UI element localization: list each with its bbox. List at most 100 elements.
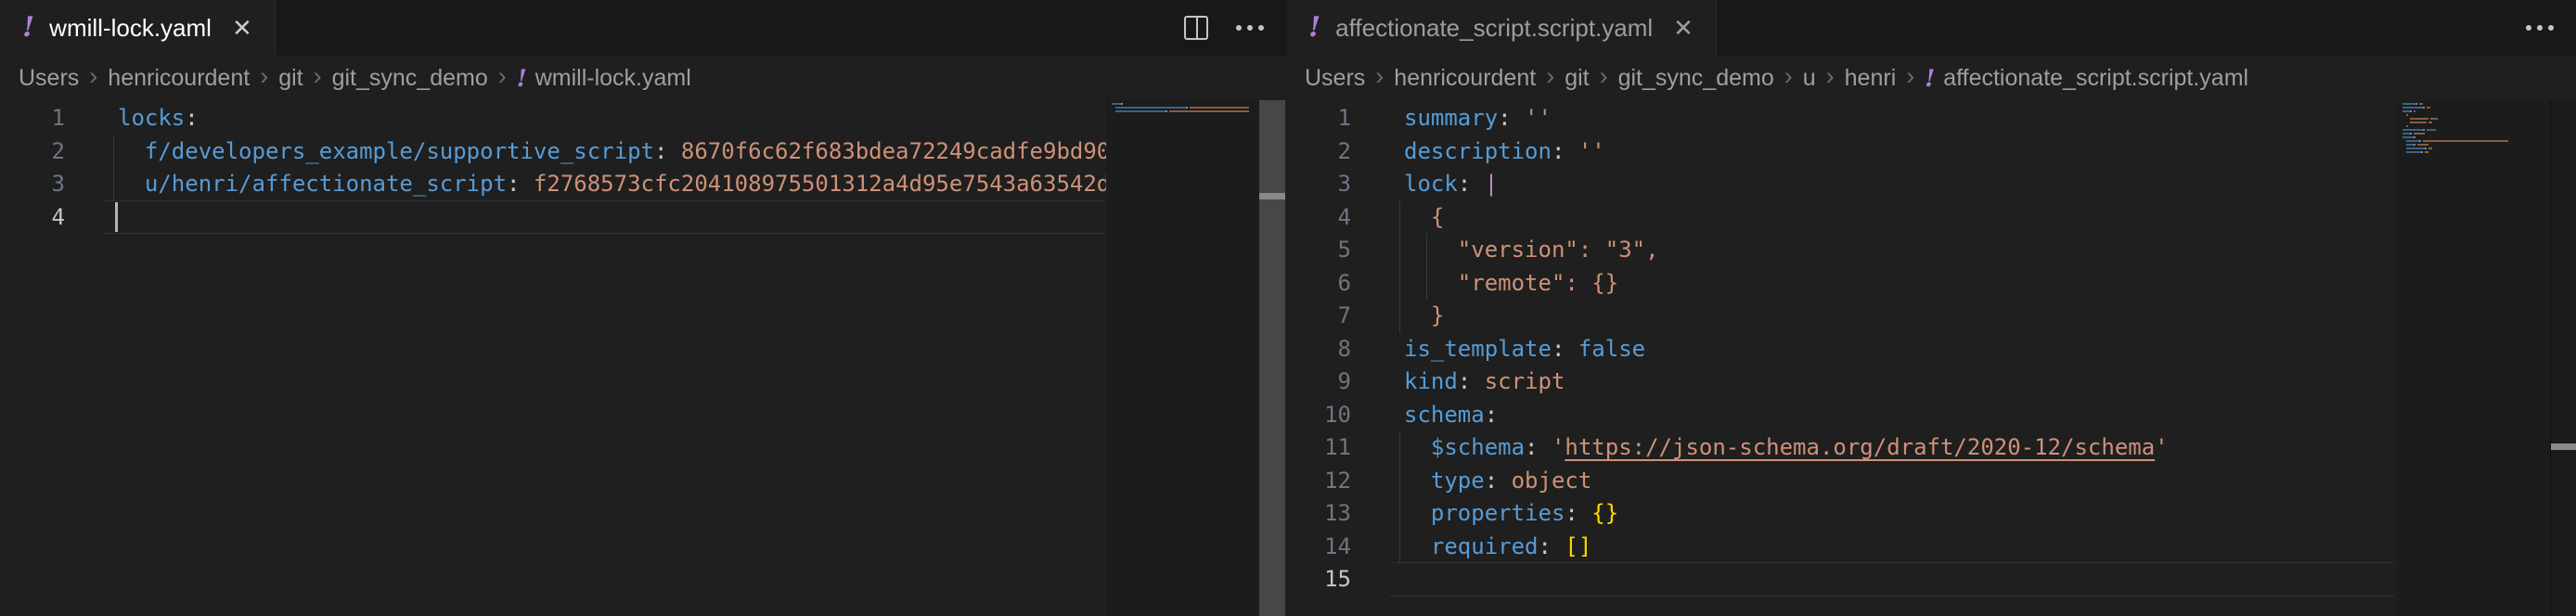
overview-ruler-cursor-marker bbox=[1259, 193, 1285, 199]
code-line[interactable]: 4 { bbox=[1286, 201, 2576, 235]
minimap-line bbox=[2414, 133, 2425, 135]
breadcrumb-item[interactable]: git bbox=[278, 65, 303, 92]
minimap-line bbox=[2402, 133, 2410, 135]
code-text: "remote": {} bbox=[1404, 267, 1618, 300]
code-line[interactable]: 2description: '' bbox=[1286, 135, 2576, 169]
gutter-line-number: 8 bbox=[1286, 333, 1351, 366]
code-text: locks: bbox=[118, 102, 199, 135]
scrollbar[interactable] bbox=[2550, 100, 2576, 616]
yaml-file-icon: ! bbox=[22, 11, 34, 44]
minimap-line bbox=[2430, 118, 2438, 120]
gutter-line-number: 15 bbox=[1286, 563, 1351, 596]
minimap-line bbox=[2427, 107, 2430, 109]
editor-actions bbox=[1184, 0, 1286, 56]
split-editor-icon[interactable] bbox=[1184, 16, 1208, 40]
breadcrumb-separator: › bbox=[1373, 62, 1385, 91]
code-line[interactable]: 7 } bbox=[1286, 300, 2576, 333]
minimap[interactable] bbox=[2397, 100, 2550, 616]
code-line[interactable]: 6 "remote": {} bbox=[1286, 267, 2576, 301]
breadcrumb-item[interactable]: git_sync_demo bbox=[1618, 65, 1774, 92]
minimap-line bbox=[2417, 144, 2428, 146]
minimap-line bbox=[1169, 110, 1249, 112]
minimap-line bbox=[1166, 110, 1167, 112]
breadcrumb-separator: › bbox=[1598, 62, 1610, 91]
gutter-line-number: 11 bbox=[1286, 431, 1351, 464]
code-line[interactable]: 1 locks: bbox=[0, 102, 1286, 135]
tab-bar: ! wmill-lock.yaml ✕ bbox=[0, 0, 1286, 56]
breadcrumb-file-item[interactable]: !affectionate_script.script.yaml bbox=[1925, 65, 2248, 92]
gutter-line-number: 1 bbox=[0, 102, 65, 135]
gutter-line-number: 1 bbox=[1286, 102, 1351, 135]
more-actions-icon[interactable] bbox=[1236, 25, 1264, 31]
breadcrumb: Users›henricourdent›git›git_sync_demo›!w… bbox=[0, 56, 1286, 100]
code-line[interactable]: 2 f/developers_example/supportive_script… bbox=[0, 135, 1286, 169]
code-line[interactable]: 1summary: '' bbox=[1286, 102, 2576, 135]
indent-guide bbox=[1399, 431, 1400, 465]
more-actions-icon[interactable] bbox=[2526, 25, 2554, 31]
minimap-line bbox=[2402, 103, 2415, 105]
indent-guide bbox=[1399, 267, 1400, 301]
gutter-line-number: 2 bbox=[0, 135, 65, 168]
breadcrumb-file-item[interactable]: !wmill-lock.yaml bbox=[517, 65, 691, 92]
breadcrumb-item[interactable]: git bbox=[1565, 65, 1589, 92]
minimap-line bbox=[2406, 125, 2408, 127]
breadcrumb-item[interactable]: henri bbox=[1845, 65, 1897, 92]
code-line[interactable]: 5 "version": "3", bbox=[1286, 234, 2576, 267]
code-line[interactable]: 3 u/henri/affectionate_script: f2768573c… bbox=[0, 168, 1286, 201]
tab-affectionate-script[interactable]: ! affectionate_script.script.yaml ✕ bbox=[1286, 0, 1717, 56]
breadcrumb-separator: › bbox=[258, 62, 270, 91]
editor-actions bbox=[2526, 0, 2576, 56]
close-tab-icon[interactable]: ✕ bbox=[1668, 14, 1694, 43]
minimap[interactable] bbox=[1106, 100, 1259, 616]
code-text: required: [] bbox=[1404, 531, 1591, 563]
minimap-line bbox=[2419, 103, 2423, 105]
minimap-line bbox=[2402, 107, 2423, 109]
indent-guide bbox=[1399, 465, 1400, 498]
editor[interactable]: 1summary: ''2description: ''3lock: |4 {5… bbox=[1286, 100, 2576, 616]
code-line[interactable]: 15 bbox=[1286, 563, 2576, 597]
scrollbar[interactable] bbox=[1259, 100, 1285, 616]
yaml-file-icon: ! bbox=[1308, 11, 1320, 44]
code-text: properties: {} bbox=[1404, 497, 1618, 530]
breadcrumb-item[interactable]: henricourdent bbox=[1394, 65, 1536, 92]
indent-guide bbox=[113, 135, 114, 169]
indent-guide bbox=[1399, 497, 1400, 531]
minimap-line bbox=[2415, 103, 2417, 105]
editor[interactable]: 1 locks:2 f/developers_example/supportive… bbox=[0, 100, 1286, 616]
minimap-line bbox=[2419, 140, 2421, 142]
breadcrumb-separator: › bbox=[496, 62, 509, 91]
breadcrumb-item[interactable]: Users bbox=[1305, 65, 1365, 92]
scrollbar-thumb[interactable] bbox=[1259, 100, 1285, 616]
code-line[interactable]: 14 required: [] bbox=[1286, 531, 2576, 564]
breadcrumb-item[interactable]: henricourdent bbox=[108, 65, 250, 92]
minimap-line bbox=[2410, 110, 2412, 112]
minimap-line bbox=[2406, 151, 2421, 153]
code-text: schema: bbox=[1404, 399, 1498, 431]
code-line[interactable]: 13 properties: {} bbox=[1286, 497, 2576, 531]
code-line[interactable]: 4 bbox=[0, 201, 1286, 235]
breadcrumb-item[interactable]: Users bbox=[19, 65, 79, 92]
code-line[interactable]: 9kind: script bbox=[1286, 366, 2576, 399]
close-tab-icon[interactable]: ✕ bbox=[226, 14, 252, 43]
breadcrumb-separator: › bbox=[87, 62, 99, 91]
gutter-line-number: 9 bbox=[1286, 366, 1351, 398]
code-line[interactable]: 11 $schema: 'https://json-schema.org/dra… bbox=[1286, 431, 2576, 465]
minimap-line bbox=[2414, 144, 2415, 146]
breadcrumb-item[interactable]: git_sync_demo bbox=[332, 65, 488, 92]
code-line[interactable]: 3lock: | bbox=[1286, 168, 2576, 201]
breadcrumb-separator: › bbox=[1544, 62, 1556, 91]
code-line[interactable]: 8is_template: false bbox=[1286, 333, 2576, 366]
breadcrumb-item[interactable]: u bbox=[1803, 65, 1816, 92]
tab-wmill-lock[interactable]: ! wmill-lock.yaml ✕ bbox=[0, 0, 276, 56]
minimap-line bbox=[2406, 114, 2408, 116]
minimap-line bbox=[2402, 110, 2410, 112]
indent-guide bbox=[1399, 531, 1400, 564]
gutter-line-number: 3 bbox=[0, 168, 65, 200]
code-line[interactable]: 10schema: bbox=[1286, 399, 2576, 432]
minimap-line bbox=[2423, 129, 2425, 131]
minimap-line bbox=[2410, 118, 2428, 120]
gutter-line-number: 4 bbox=[0, 201, 65, 234]
code-text: $schema: 'https://json-schema.org/draft/… bbox=[1404, 431, 2169, 464]
tab-bar: ! affectionate_script.script.yaml ✕ bbox=[1286, 0, 2576, 56]
code-line[interactable]: 12 type: object bbox=[1286, 465, 2576, 498]
